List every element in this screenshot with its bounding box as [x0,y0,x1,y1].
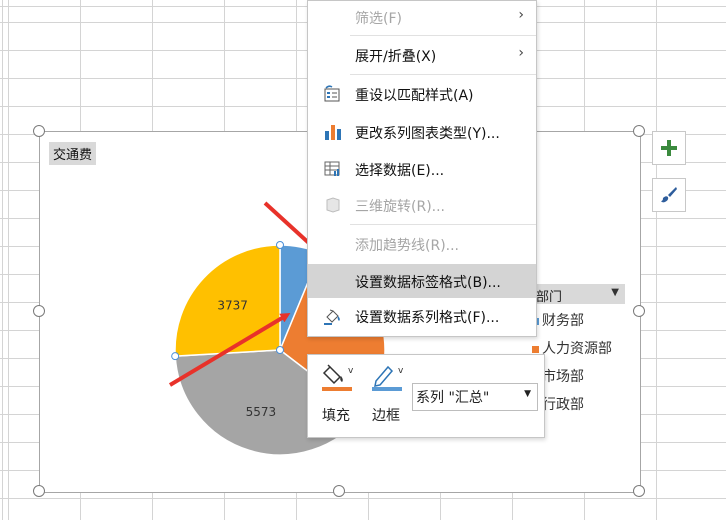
format-series-icon [324,309,340,325]
chart-field-button[interactable]: 交通费 [49,142,97,165]
chart-styles-button[interactable] [652,178,686,212]
border-button[interactable]: v 边框 [370,363,410,433]
svg-text:v: v [348,366,354,376]
change-chart-type-icon [325,125,341,140]
menu-separator [350,35,536,36]
menu-item-select-data[interactable]: 选择数据(E)... [308,153,536,185]
resize-handle-bottom-left[interactable] [33,485,45,497]
chevron-right-icon: › [518,45,524,61]
series-select[interactable]: 系列 "汇总" ▼ [412,383,538,411]
legend-header-label: 部门 [536,290,563,305]
resize-handle-left[interactable] [33,305,45,317]
resize-handle-bottom[interactable] [333,485,345,497]
legend-item[interactable]: 财务部 [532,310,584,330]
context-menu: 筛选(F) › 展开/折叠(X) › 重设以匹配样式(A) 更改系列图表类型(Y… [307,0,537,337]
chevron-right-icon: › [518,7,524,23]
menu-item-format-data-labels[interactable]: 设置数据标签格式(B)... [308,264,536,298]
menu-item-add-trendline[interactable]: 添加趋势线(R)... [308,228,536,260]
reset-style-icon [324,85,340,102]
svg-text:v: v [398,366,404,376]
3d-rotation-icon [326,197,340,213]
paint-bucket-icon: v [322,364,354,391]
dropdown-arrow-icon: ▼ [611,287,619,298]
fill-label: 填充 [322,408,350,424]
menu-item-format-data-series[interactable]: 设置数据系列格式(F)... [308,300,536,332]
resize-handle-bottom-right[interactable] [633,485,645,497]
resize-handle-top-right[interactable] [633,125,645,137]
resize-handle-right[interactable] [633,305,645,317]
menu-item-filter[interactable]: 筛选(F) › [308,1,536,33]
menu-item-expand-collapse[interactable]: 展开/折叠(X) › [308,39,536,71]
legend-swatch [532,346,539,353]
legend-field-button[interactable]: 部门 ▼ [528,284,625,305]
menu-item-change-chart-type[interactable]: 更改系列图表类型(Y)... [308,116,536,148]
plus-icon [661,140,677,156]
fill-button[interactable]: v 填充 [320,363,360,433]
select-data-icon [324,161,340,176]
menu-separator [350,74,536,75]
menu-item-3d-rotation[interactable]: 三维旋转(R)... [308,189,536,221]
mini-toolbar: v 填充 v 边框 系列 "汇总" ▼ [307,354,545,438]
resize-handle-top-left[interactable] [33,125,45,137]
chart-elements-button[interactable] [652,131,686,165]
menu-item-reset-style[interactable]: 重设以匹配样式(A) [308,78,536,110]
menu-separator [350,224,536,225]
pen-outline-icon: v [372,365,404,391]
dropdown-arrow-icon: ▼ [524,389,531,399]
paintbrush-icon [661,187,677,203]
border-label: 边框 [372,408,400,424]
